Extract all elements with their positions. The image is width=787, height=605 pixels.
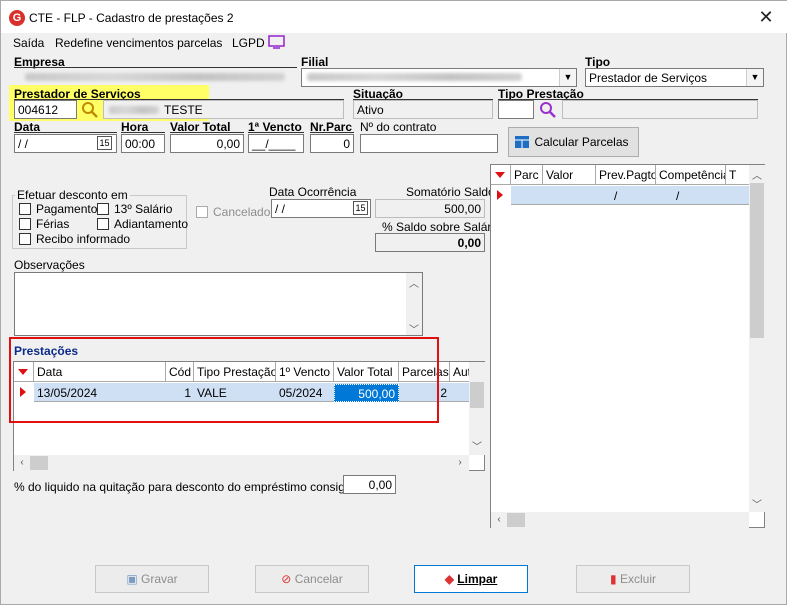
gravar-button[interactable]: ▣ Gravar	[95, 565, 209, 593]
adiantamento-label: Adiantamento	[114, 217, 189, 231]
nr-parc-input[interactable]: 0	[310, 134, 354, 153]
main-window: G CTE - FLP - Cadastro de prestações 2 ✕…	[0, 0, 787, 605]
observacoes-label: Observações	[14, 258, 85, 272]
ferias-checkbox[interactable]	[19, 218, 31, 230]
search-icon[interactable]	[539, 101, 557, 119]
cancelado-label: Cancelado	[213, 205, 271, 219]
cancelado-checkbox[interactable]	[196, 206, 208, 218]
cell-prev-pagto: /	[614, 189, 618, 203]
tipo-prestacao-input[interactable]	[498, 100, 534, 119]
menu-redefine-vencimentos[interactable]: Redefine vencimentos parcelas	[55, 36, 222, 50]
contrato-label: Nº do contrato	[360, 120, 437, 134]
pagamento-label: Pagamento	[36, 202, 98, 216]
close-icon[interactable]: ✕	[753, 6, 779, 28]
hora-input[interactable]: 00:00	[121, 134, 165, 153]
tipo-prestacao-desc	[562, 100, 758, 119]
cancel-icon: ⊘	[281, 572, 292, 586]
tipo-label: Tipo	[585, 55, 611, 69]
menu-lgpd[interactable]: LGPD	[232, 36, 265, 50]
tipo-select[interactable]: Prestador de Serviços	[585, 68, 764, 87]
col-header-valor[interactable]: Valor	[543, 165, 596, 185]
grid-icon	[515, 136, 529, 148]
scroll-thumb[interactable]	[470, 382, 484, 408]
desconto-group-label: Efetuar desconto em	[15, 188, 130, 202]
save-icon: ▣	[126, 572, 138, 586]
recibo-checkbox[interactable]	[19, 233, 31, 245]
parcelas-hscrollbar[interactable]	[491, 512, 749, 528]
trash-icon: ▮	[610, 572, 617, 586]
scroll-down-icon[interactable]: ﹀	[469, 438, 485, 453]
saldo-salario-label: % Saldo sobre Salário	[382, 220, 501, 234]
scroll-down-icon[interactable]: ﹀	[406, 321, 422, 336]
tipo-dropdown-icon[interactable]: ▼	[746, 69, 763, 86]
monitor-icon[interactable]	[268, 35, 286, 49]
percentual-input[interactable]: 0,00	[343, 475, 396, 494]
menu-saida[interactable]: Saída	[13, 36, 44, 50]
cell-competencia: /	[676, 189, 680, 203]
window-title: CTE - FLP - Cadastro de prestações 2	[29, 11, 234, 25]
somatorio-label: Somatório Saldo	[406, 185, 495, 199]
filial-value-redacted	[307, 73, 522, 81]
recibo-label: Recibo informado	[36, 232, 131, 246]
eraser-icon: ◆	[444, 572, 454, 586]
app-logo-icon: G	[9, 10, 25, 26]
grid-menu-icon[interactable]	[491, 165, 511, 185]
scroll-up-icon[interactable]: ︿	[406, 275, 422, 290]
observacoes-textarea[interactable]	[14, 272, 423, 336]
limpar-button[interactable]: ◆ Limpar	[414, 565, 528, 593]
calcular-parcelas-label: Calcular Parcelas	[534, 135, 629, 149]
col-header-t[interactable]: T	[726, 165, 749, 185]
col-header-competencia[interactable]: Competência	[656, 165, 726, 185]
decimo-label: 13º Salário	[114, 202, 173, 216]
scroll-up-icon[interactable]: ︿	[749, 167, 765, 182]
search-icon[interactable]	[81, 101, 99, 119]
scroll-left-icon[interactable]: ‹	[14, 457, 30, 468]
percentual-label: % do liquido na quitação para desconto d…	[14, 480, 372, 494]
prestacoes-hscrollbar[interactable]	[14, 455, 469, 471]
saldo-salario-field: 0,00	[375, 233, 485, 252]
parcelas-grid[interactable]: Parc Valor Prev.Pagto Competência T / / …	[490, 164, 765, 528]
data-ocorrencia-label: Data Ocorrência	[269, 185, 357, 199]
cancelar-label: Cancelar	[294, 572, 343, 586]
calendar-icon[interactable]: 15	[97, 136, 112, 150]
col-header-parc[interactable]: Parc	[511, 165, 543, 185]
adiantamento-checkbox[interactable]	[97, 218, 109, 230]
decimo-checkbox[interactable]	[97, 203, 109, 215]
scroll-thumb[interactable]	[750, 183, 764, 338]
ferias-label: Férias	[36, 217, 70, 231]
empresa-value-redacted	[25, 73, 285, 81]
prestacoes-red-box	[9, 337, 439, 423]
hscroll-thumb[interactable]	[30, 456, 48, 470]
col-header-auto[interactable]: Auto d	[450, 362, 470, 382]
prestador-name: TESTE	[164, 103, 203, 117]
prestador-code-input[interactable]: 004612	[14, 100, 77, 119]
somatorio-field: 500,00	[375, 199, 485, 218]
contrato-input[interactable]	[360, 134, 498, 153]
pagamento-checkbox[interactable]	[19, 203, 31, 215]
limpar-label: Limpar	[457, 572, 498, 586]
calendar-icon[interactable]: 15	[353, 201, 368, 215]
situacao-field: Ativo	[353, 100, 493, 119]
col-header-prev-pagto[interactable]: Prev.Pagto	[596, 165, 656, 185]
vencto-input[interactable]: __/____	[248, 134, 304, 153]
scroll-down-icon[interactable]: ﹀	[749, 496, 765, 511]
filial-label: Filial	[301, 55, 329, 69]
scroll-left-icon[interactable]: ‹	[491, 514, 507, 525]
cancelar-button[interactable]: ⊘ Cancelar	[255, 565, 369, 593]
scroll-right-icon[interactable]: ›	[452, 457, 468, 468]
gravar-label: Gravar	[141, 572, 178, 586]
filial-dropdown-icon[interactable]: ▼	[559, 69, 576, 86]
hscroll-thumb[interactable]	[507, 513, 525, 527]
excluir-label: Excluir	[619, 572, 656, 586]
valor-total-input[interactable]: 0,00	[170, 134, 244, 153]
excluir-button[interactable]: ▮ Excluir	[576, 565, 690, 593]
